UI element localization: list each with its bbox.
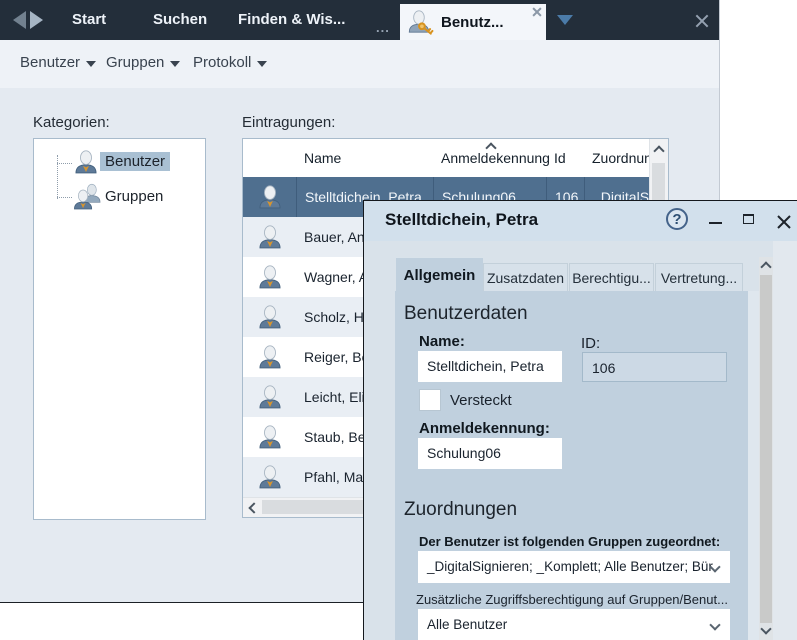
section-heading-benutzerdaten: Benutzerdaten	[404, 303, 528, 325]
anmeldekennung-input[interactable]: Schulung06	[418, 438, 562, 469]
dialog-right-margin	[773, 241, 797, 640]
menu-gruppen-label: Gruppen	[106, 54, 164, 71]
column-header-id[interactable]: Id	[554, 150, 566, 166]
user-avatar-icon	[243, 177, 296, 217]
tab-zusatzdaten[interactable]: Zusatzdaten	[483, 263, 568, 292]
access-label: Zusätzliche Zugriffsberechtigung auf Gru…	[416, 592, 728, 607]
dialog-gutter	[748, 291, 759, 640]
forward-icon[interactable]	[30, 11, 43, 29]
menu-benutzer[interactable]: Benutzer	[20, 54, 96, 71]
name-label: Name:	[419, 333, 465, 350]
scrollbar-thumb[interactable]	[760, 275, 772, 623]
tree-connector	[57, 163, 72, 164]
tree-connector	[57, 197, 72, 198]
versteckt-label: Versteckt	[450, 392, 512, 409]
user-avatar-icon	[243, 377, 296, 417]
scroll-down-icon[interactable]	[760, 623, 771, 634]
user-properties-dialog: Stelltdichein, Petra ? Allgemein Zusatzd…	[363, 200, 797, 640]
categories-label: Kategorien:	[33, 114, 110, 131]
chevron-down-icon	[257, 61, 267, 67]
menu-benutzer-label: Benutzer	[20, 54, 80, 71]
user-icon	[72, 148, 100, 176]
tree-item-benutzer[interactable]: Benutzer	[100, 152, 170, 171]
close-icon[interactable]	[776, 214, 791, 229]
user-avatar-icon	[243, 257, 296, 297]
section-heading-zuordnungen: Zuordnungen	[404, 499, 517, 521]
groups-dropdown-value: _DigitalSignieren; _Komplett; Alle Benut…	[427, 559, 713, 574]
tab-allgemein[interactable]: Allgemein	[396, 257, 483, 293]
tree-connector	[57, 155, 58, 199]
chevron-down-icon	[170, 61, 180, 67]
menu-protokoll-label: Protokoll	[193, 54, 251, 71]
user-avatar-icon	[243, 417, 296, 457]
user-avatar-icon	[243, 297, 296, 337]
tab-overflow-dots[interactable]: ...	[376, 20, 390, 35]
maximize-icon[interactable]	[743, 214, 754, 224]
tree-item-gruppen[interactable]: Gruppen	[100, 187, 168, 206]
tab-list-dropdown-icon[interactable]	[557, 15, 573, 25]
access-dropdown[interactable]: Alle Benutzer	[418, 609, 730, 640]
dialog-title: Stelltdichein, Petra	[385, 210, 538, 230]
column-header-name[interactable]: Name	[304, 150, 341, 166]
help-icon[interactable]: ?	[666, 208, 688, 230]
chevron-down-icon	[709, 619, 720, 630]
window-close-icon[interactable]	[694, 13, 709, 28]
tab-benutzerverwaltung-active[interactable]: Benutz...	[400, 4, 546, 40]
versteckt-checkbox[interactable]	[419, 389, 441, 411]
user-avatar-icon	[243, 217, 296, 257]
id-field: 106	[582, 352, 727, 382]
tab-start[interactable]: Start	[72, 11, 106, 28]
back-icon[interactable]	[13, 11, 26, 29]
screenshot-root: Start Suchen Finden & Wis... ... Benutz.…	[0, 0, 797, 640]
menubar: Benutzer Gruppen Protokoll	[0, 40, 719, 88]
scroll-up-icon[interactable]	[760, 261, 771, 272]
tab-suchen[interactable]: Suchen	[153, 11, 207, 28]
dialog-vertical-scrollbar[interactable]	[759, 257, 773, 640]
entries-label: Eintragungen:	[242, 114, 335, 131]
chevron-down-icon	[86, 61, 96, 67]
groups-label: Der Benutzer ist folgenden Gruppen zugeo…	[419, 534, 720, 549]
tab-vertretung[interactable]: Vertretung...	[655, 263, 743, 292]
anmeldekennung-label: Anmeldekennung:	[419, 420, 550, 437]
tab-berechtigungen[interactable]: Berechtigu...	[569, 263, 654, 292]
user-avatar-icon	[243, 457, 296, 497]
categories-tree: Benutzer Gruppen	[33, 138, 206, 520]
minimize-icon[interactable]	[709, 222, 722, 224]
active-tab-label: Benutz...	[441, 14, 504, 31]
column-header-anmeldekennung[interactable]: Anmeldekennung	[441, 150, 550, 166]
name-input[interactable]: Stelltdichein, Petra	[418, 351, 562, 382]
user-key-icon	[408, 9, 435, 36]
tab-page-allgemein: Benutzerdaten Name: Stelltdichein, Petra…	[395, 291, 748, 640]
scroll-up-icon[interactable]	[653, 145, 664, 156]
scroll-left-icon[interactable]	[248, 502, 259, 513]
group-icon	[72, 182, 102, 212]
id-label: ID:	[581, 335, 600, 352]
tab-close-icon[interactable]	[532, 7, 541, 16]
access-dropdown-value: Alle Benutzer	[427, 617, 507, 632]
menu-gruppen[interactable]: Gruppen	[106, 54, 180, 71]
dialog-titlebar[interactable]: Stelltdichein, Petra ?	[364, 201, 797, 241]
menu-protokoll[interactable]: Protokoll	[193, 54, 267, 71]
user-avatar-icon	[243, 337, 296, 377]
groups-dropdown[interactable]: _DigitalSignieren; _Komplett; Alle Benut…	[418, 551, 730, 583]
ribbon-tab-bar: Start Suchen Finden & Wis... ... Benutz.…	[0, 0, 719, 40]
tab-finden-wissen[interactable]: Finden & Wis...	[238, 11, 345, 28]
